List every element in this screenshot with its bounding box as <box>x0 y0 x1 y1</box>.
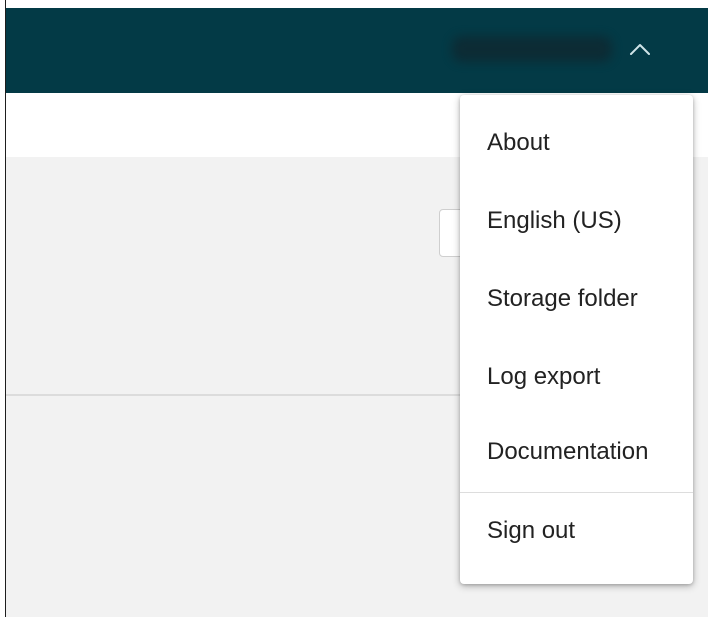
menu-item-documentation[interactable]: Documentation <box>460 422 693 482</box>
menu-item-label: English (US) <box>487 207 622 234</box>
app-window: About English (US) Storage folder Log ex… <box>0 0 708 617</box>
top-header-bar <box>6 8 708 93</box>
menu-item-label: Sign out <box>487 517 576 544</box>
redacted-username[interactable] <box>452 36 612 62</box>
chevron-up-icon[interactable] <box>628 40 652 60</box>
user-dropdown-menu: About English (US) Storage folder Log ex… <box>460 95 693 584</box>
menu-item-storage-folder[interactable]: Storage folder <box>460 269 693 329</box>
menu-item-log-export[interactable]: Log export <box>460 347 693 407</box>
menu-item-label: Documentation <box>487 438 649 465</box>
content-divider <box>6 394 461 396</box>
menu-item-label: About <box>487 129 550 156</box>
menu-item-label: Storage folder <box>487 285 638 312</box>
menu-item-about[interactable]: About <box>460 113 693 173</box>
menu-item-sign-out[interactable]: Sign out <box>460 501 693 561</box>
redaction-blur <box>452 36 612 62</box>
menu-item-language[interactable]: English (US) <box>460 191 693 251</box>
menu-item-label: Log export <box>487 363 601 390</box>
menu-divider <box>460 492 693 493</box>
